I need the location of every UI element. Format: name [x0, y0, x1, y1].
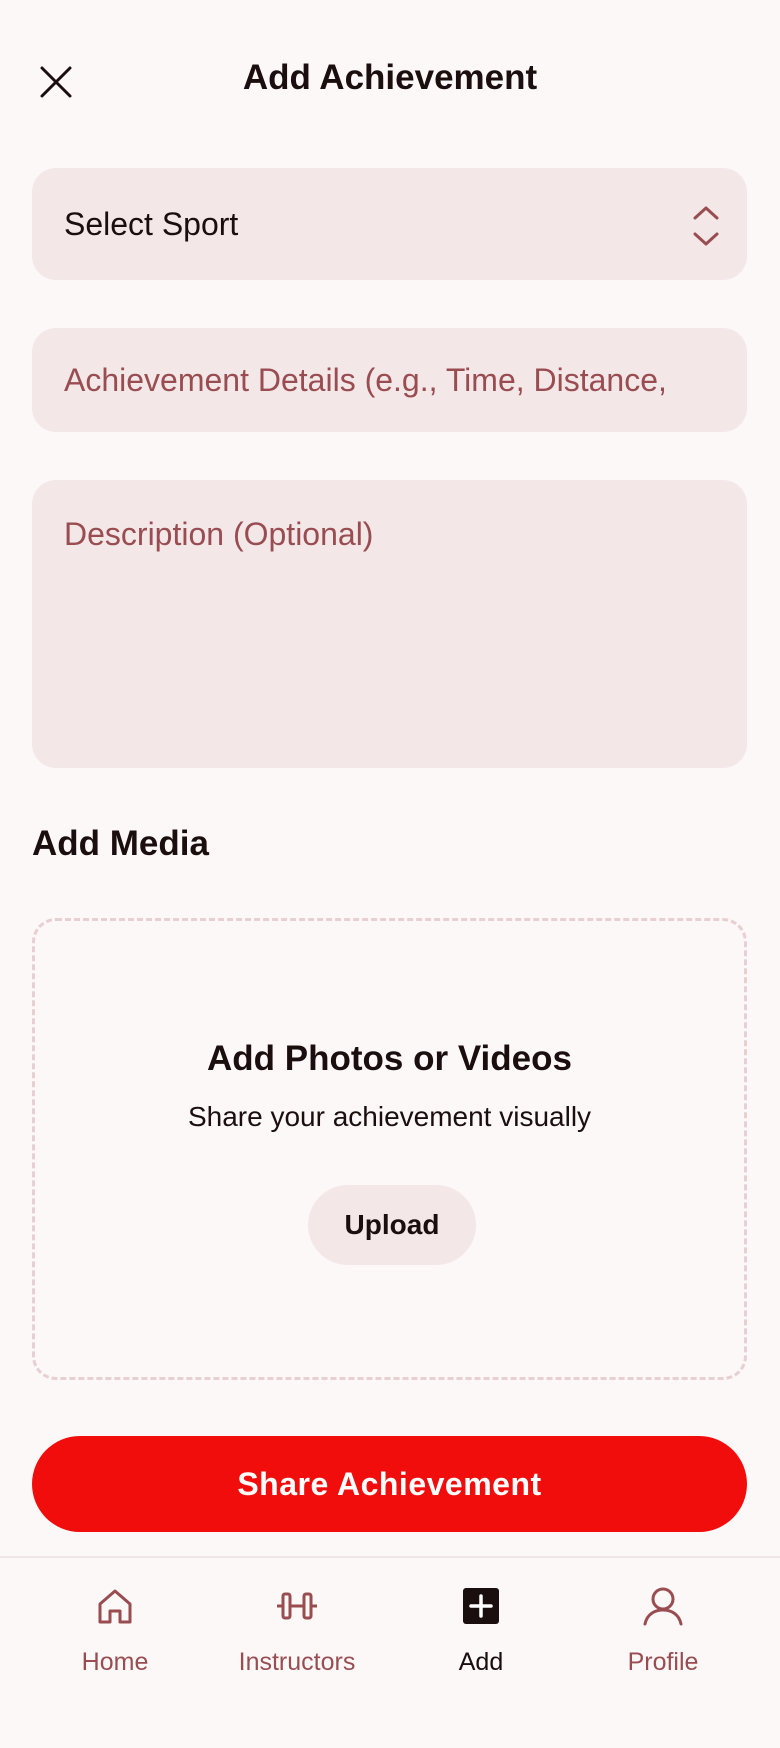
bottom-nav: Home Instructors Add Profile	[0, 1556, 780, 1748]
upload-button[interactable]: Upload	[308, 1185, 476, 1265]
dumbbell-icon	[277, 1592, 317, 1620]
home-icon	[98, 1589, 132, 1624]
description-placeholder: Description (Optional)	[64, 516, 374, 552]
nav-label-profile: Profile	[627, 1648, 699, 1676]
description-textarea[interactable]: Description (Optional)	[32, 480, 747, 768]
sport-select[interactable]: Select Sport	[32, 168, 747, 280]
page-title: Add Achievement	[242, 58, 538, 97]
sport-select-value: Select Sport	[64, 205, 239, 242]
chevron-up-down-icon	[693, 206, 719, 246]
header: Add Achievement	[0, 0, 780, 160]
add-square-icon	[463, 1588, 499, 1624]
media-upload-area[interactable]: Add Photos or Videos Share your achievem…	[32, 918, 747, 1380]
upload-title: Add Photos or Videos	[207, 1039, 572, 1078]
user-icon	[643, 1587, 683, 1626]
nav-item-instructors[interactable]: Instructors	[207, 1558, 387, 1708]
nav-label-instructors: Instructors	[238, 1648, 356, 1676]
add-media-heading: Add Media	[32, 824, 209, 863]
nav-label-home: Home	[81, 1648, 149, 1676]
nav-label-add: Add	[458, 1648, 504, 1676]
share-achievement-button[interactable]: Share Achievement	[32, 1436, 747, 1532]
achievement-details-input[interactable]: Achievement Details (e.g., Time, Distanc…	[32, 328, 747, 432]
nav-item-add[interactable]: Add	[391, 1558, 571, 1708]
nav-item-profile[interactable]: Profile	[573, 1558, 753, 1708]
upload-subtitle: Share your achievement visually	[187, 1101, 592, 1132]
achievement-details-placeholder: Achievement Details (e.g., Time, Distanc…	[64, 361, 667, 398]
nav-item-home[interactable]: Home	[25, 1558, 205, 1708]
